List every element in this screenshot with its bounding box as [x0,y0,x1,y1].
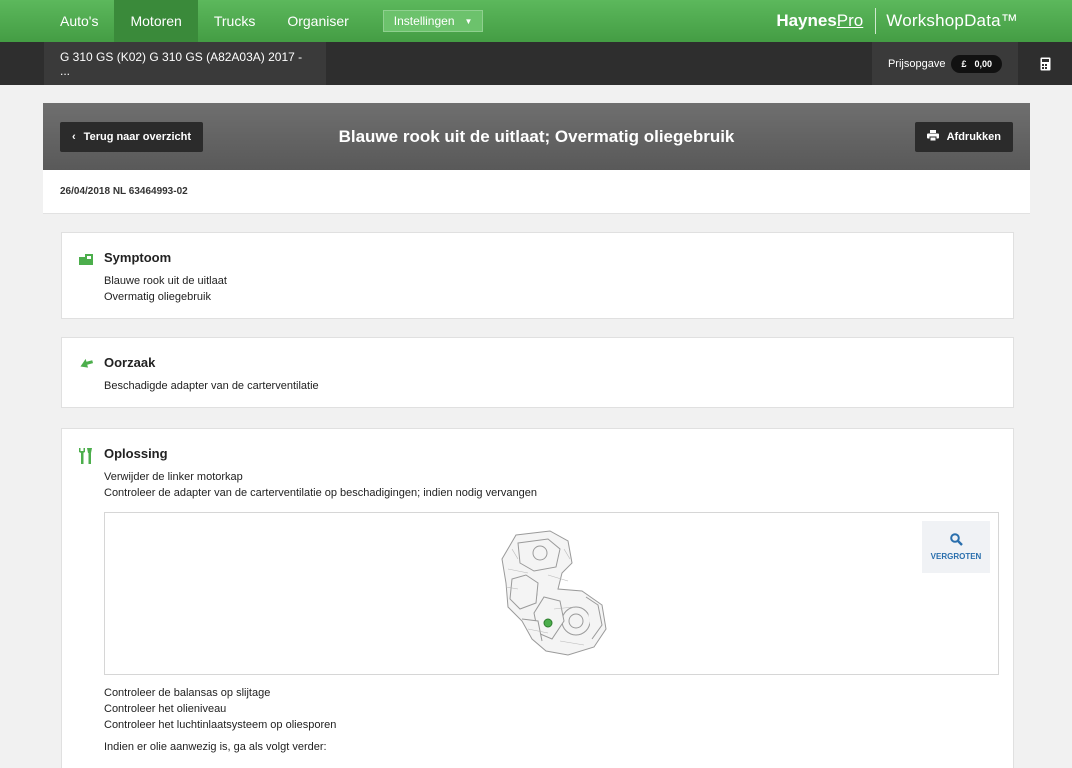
solution-panel: Oplossing Verwijder de linker motorkap C… [61,428,1014,768]
printer-icon [926,130,939,144]
document-reference: 26/04/2018 NL 63464993-02 [43,170,1030,214]
symptom-line: Overmatig oliegebruik [104,291,211,303]
print-button-label: Afdrukken [946,131,1001,143]
search-icon [949,533,963,548]
vehicle-selector[interactable]: G 310 GS (K02) G 310 GS (A82A03A) 2017 -… [44,42,326,85]
nav-item-autos[interactable]: Auto's [44,0,114,42]
page-title: Blauwe rook uit de uitlaat; Overmatig ol… [338,126,735,146]
quote-button[interactable]: Prijsopgave £ 0,00 [871,42,1018,85]
nav-item-motoren[interactable]: Motoren [114,0,198,42]
calculator-icon[interactable] [1018,42,1072,85]
engine-figure: VERGROTEN [104,512,999,675]
zoom-label: VERGROTEN [930,552,982,561]
brand-divider [875,8,877,34]
cause-heading: Oorzaak [104,355,156,370]
symptom-panel: Symptoom Blauwe rook uit de uitlaat Over… [61,232,1014,319]
top-navigation: Auto's Motoren Trucks Organiser Instelli… [0,0,1072,42]
solution-heading: Oplossing [104,446,168,461]
solution-step: Controleer het luchtinlaatsysteem op oli… [104,719,337,731]
settings-dropdown[interactable]: Instellingen ▼ [382,10,484,32]
nav-item-organiser[interactable]: Organiser [271,0,364,42]
symptom-icon [78,251,96,269]
print-button[interactable]: Afdrukken [914,122,1013,152]
brand-product: WorkshopData™ [886,11,1018,30]
solution-step: Controleer het olieniveau [104,703,227,715]
brand-logo: Haynes Pro WorkshopData™ [776,0,1018,42]
quote-value: 0,00 [974,58,992,69]
quote-currency: £ [961,58,967,69]
solution-step: Controleer de balansas op slijtage [104,687,271,699]
solution-line: Verwijder de linker motorkap [104,471,243,483]
symptom-heading: Symptoom [104,250,172,265]
brand-pro: Pro [836,11,864,30]
brand-haynes: Haynes [776,11,837,30]
chevron-left-icon: ‹ [72,131,76,143]
back-button-label: Terug naar overzicht [83,131,192,143]
vehicle-bar: G 310 GS (K02) G 310 GS (A82A03A) 2017 -… [0,42,1072,85]
content-card: ‹ Terug naar overzicht Blauwe rook uit d… [43,103,1030,768]
quote-label: Prijsopgave [887,57,946,70]
back-button[interactable]: ‹ Terug naar overzicht [60,122,204,152]
chevron-down-icon: ▼ [464,16,473,26]
symptom-line: Blauwe rook uit de uitlaat [104,275,227,287]
cause-icon [78,356,96,374]
engine-illustration[interactable] [498,529,608,664]
cause-line: Beschadigde adapter van de carterventila… [104,380,319,392]
quote-amount: £ 0,00 [951,54,1002,73]
cause-panel: Oorzaak Beschadigde adapter van de carte… [61,337,1014,408]
settings-label: Instellingen [393,14,455,28]
tools-icon [78,447,96,465]
nav-item-trucks[interactable]: Trucks [198,0,271,42]
page-header: ‹ Terug naar overzicht Blauwe rook uit d… [43,103,1030,170]
solution-step: Indien er olie aanwezig is, ga als volgt… [104,741,327,753]
zoom-button[interactable]: VERGROTEN [922,521,990,573]
solution-line: Controleer de adapter van de carterventi… [104,487,537,499]
